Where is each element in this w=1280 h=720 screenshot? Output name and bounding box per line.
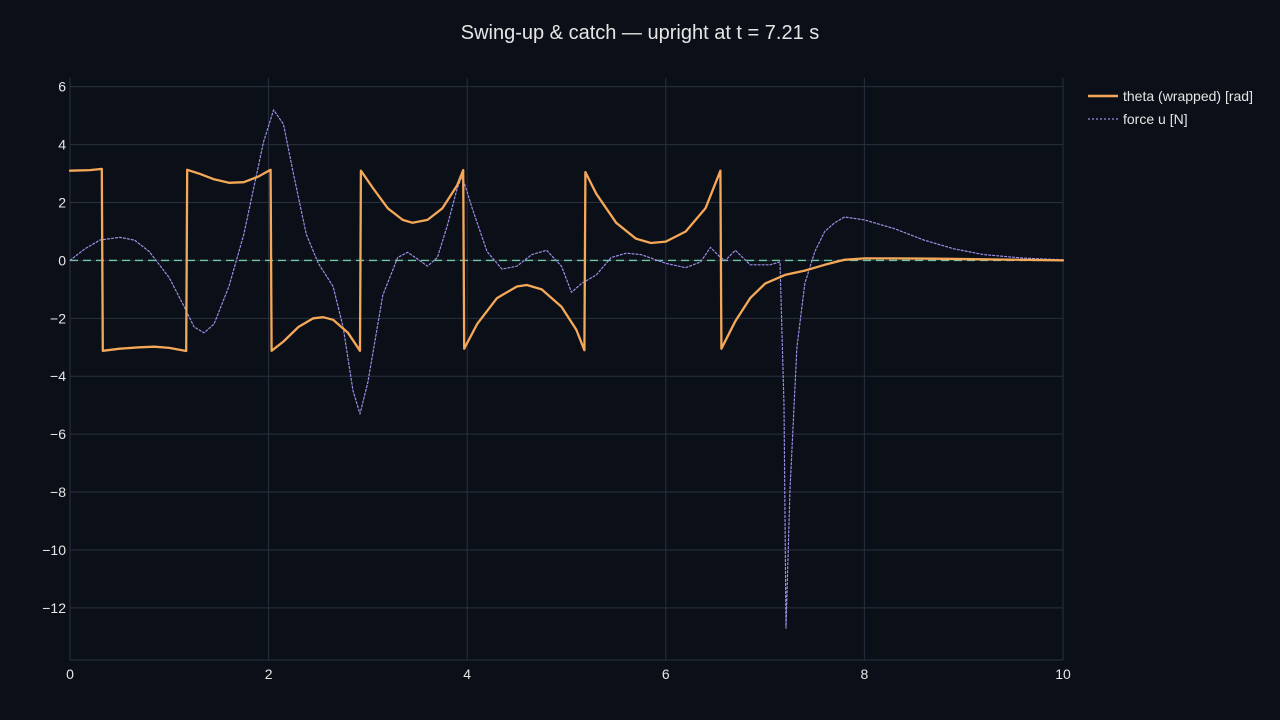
- legend-label-force: force u [N]: [1123, 111, 1188, 127]
- y-tick-label: −12: [42, 600, 66, 616]
- x-tick-label: 2: [265, 666, 273, 682]
- y-tick-label: −2: [50, 310, 66, 326]
- y-tick-label: 0: [58, 252, 66, 268]
- legend-label-theta: theta (wrapped) [rad]: [1123, 88, 1253, 104]
- chart-title: Swing-up & catch — upright at t = 7.21 s: [461, 22, 820, 44]
- chart-canvas: Swing-up & catch — upright at t = 7.21 s…: [0, 0, 1280, 720]
- x-tick-label: 6: [662, 666, 670, 682]
- y-tick-label: 4: [58, 137, 66, 153]
- x-tick-label: 8: [861, 666, 869, 682]
- y-tick-label: −8: [50, 484, 66, 500]
- y-tick-label: −4: [50, 368, 66, 384]
- y-tick-label: 6: [58, 79, 66, 95]
- x-tick-label: 4: [463, 666, 471, 682]
- x-tick-label: 10: [1055, 666, 1071, 682]
- y-tick-label: −10: [42, 542, 66, 558]
- y-tick-label: −6: [50, 426, 66, 442]
- x-tick-label: 0: [66, 666, 74, 682]
- y-tick-label: 2: [58, 195, 66, 211]
- chart-background: [0, 0, 1280, 720]
